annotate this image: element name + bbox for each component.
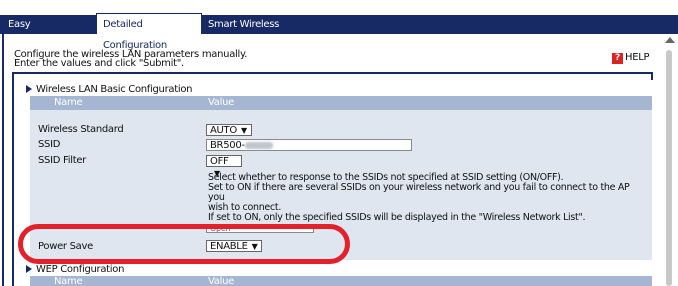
tab-smart-wireless-setup[interactable]: Smart Wireless Setup [202, 15, 306, 49]
ssid-redacted-mark [244, 141, 273, 149]
help-label: HELP [625, 52, 650, 63]
tab-easy-configuration[interactable]: Easy Configuration [2, 15, 94, 49]
help-line-2: Set to ON if there are several SSIDs on … [208, 182, 630, 203]
ssid-filter-value: OFF [210, 156, 229, 167]
scroll-up-arrow-icon[interactable] [665, 37, 675, 43]
section-title-basic[interactable]: Wireless LAN Basic Configuration [26, 84, 193, 95]
section-title-basic-label: Wireless LAN Basic Configuration [36, 84, 193, 95]
panel-top-border [12, 72, 652, 74]
ssid-filter-help-text: Select whether to response to the SSIDs … [208, 173, 638, 223]
wep-column-header-name: Name [54, 276, 83, 286]
triangle-right-icon [26, 265, 32, 273]
wireless-standard-value: AUTO [210, 125, 237, 136]
chevron-down-icon: ▼ [240, 126, 247, 135]
wireless-standard-label: Wireless Standard [38, 124, 124, 135]
help-line-4: If set to ON, only the specified SSIDs w… [208, 212, 586, 223]
ssid-filter-select[interactable]: OFF▼ [206, 155, 242, 178]
wireless-standard-select[interactable]: AUTO ▼ [206, 124, 252, 136]
triangle-right-icon [26, 85, 32, 93]
column-header-value: Value [208, 97, 234, 108]
tab-detailed-configuration[interactable]: Detailed Configuration [96, 13, 202, 51]
help-question-icon: ? [612, 53, 623, 64]
ssid-label: SSID [38, 139, 61, 150]
wep-table-header: Name Value [30, 276, 652, 286]
section-title-wep[interactable]: WEP Configuration [26, 264, 124, 275]
help-link[interactable]: ? HELP [612, 52, 650, 64]
wep-column-header-value: Value [208, 276, 234, 286]
page-description: Configure the wireless LAN parameters ma… [14, 50, 247, 69]
basic-table-header: Name Value [30, 96, 652, 110]
column-header-name: Name [54, 97, 83, 108]
panel-left-border [12, 72, 14, 286]
section-title-wep-label: WEP Configuration [36, 264, 125, 275]
vertical-scrollbar[interactable] [662, 34, 678, 286]
power-save-highlight-oval [18, 224, 350, 264]
ssid-value: BR500- [210, 140, 245, 151]
ssid-filter-label: SSID Filter [38, 155, 86, 166]
description-line-2: Enter the values and click "Submit". [14, 58, 184, 69]
scrollbar-thumb[interactable] [666, 50, 672, 286]
ssid-input[interactable]: BR500- [206, 139, 412, 151]
panel-top-border-cap [651, 72, 653, 80]
tab-bar: Easy Configuration Detailed Configuratio… [0, 0, 678, 51]
